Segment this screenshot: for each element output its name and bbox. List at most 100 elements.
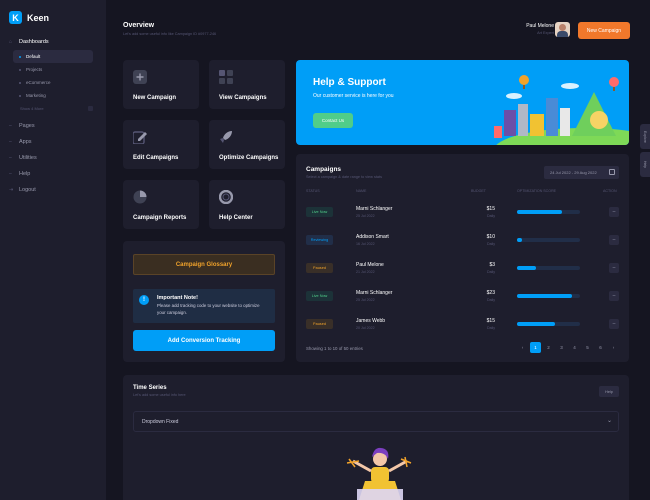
side-tab-explore[interactable]: Explore: [640, 124, 650, 149]
toggle-icon: [88, 105, 93, 111]
sidebar-item-dashboards[interactable]: ⌂ Dashboards: [0, 34, 106, 50]
campaign-date: 21 Jul 2022: [356, 270, 375, 274]
tile-label: View Campaigns: [219, 95, 267, 101]
new-campaign-button[interactable]: New Campaign: [578, 22, 630, 39]
sidebar-sub-label: Default: [26, 54, 41, 59]
tile-optimize-campaigns[interactable]: Optimize Campaigns: [209, 120, 285, 169]
campaigns-title: Campaigns: [306, 166, 342, 173]
row-action-button[interactable]: –: [609, 235, 619, 245]
campaign-date: 20 Jul 2022: [356, 326, 375, 330]
dash-icon: –: [9, 123, 12, 129]
sidebar-item-help[interactable]: – Help: [0, 166, 106, 182]
progress-fill: [517, 322, 555, 326]
progress-fill: [517, 238, 523, 242]
page-button[interactable]: 2: [543, 342, 554, 353]
campaign-name: Marni Schlanger: [356, 206, 393, 212]
note-body: Please add tracking code to your website…: [157, 303, 260, 315]
sidebar-item-label: Pages: [19, 123, 35, 129]
sidebar-item-label: Dashboards: [19, 39, 49, 45]
tile-campaign-reports[interactable]: Campaign Reports: [123, 180, 199, 229]
edit-icon: [133, 131, 147, 144]
sidebar-sub-marketing[interactable]: Marketing: [13, 89, 93, 102]
dropdown-fixed-select[interactable]: Dropdown Fixed ⌄: [133, 411, 619, 432]
page-button[interactable]: 6: [595, 342, 606, 353]
header: Overview Let's add some useful info like…: [106, 0, 650, 50]
sidebar-item-label: Help: [19, 171, 31, 177]
help-button[interactable]: Help: [599, 386, 619, 397]
side-tab-help[interactable]: Help: [640, 152, 650, 177]
campaign-date: 25 Jul 2022: [356, 298, 375, 302]
sidebar-item-apps[interactable]: – Apps: [0, 134, 106, 150]
sidebar-item-label: Utilities: [19, 155, 37, 161]
page-button[interactable]: 5: [582, 342, 593, 353]
user-name: Paul Melone: [526, 23, 554, 29]
time-series-card: Time Series Let's add some useful info h…: [123, 375, 629, 500]
sidebar-sub-default[interactable]: Default: [13, 50, 93, 63]
contact-us-button[interactable]: Contact Us: [313, 113, 353, 128]
optimization-progress: [517, 322, 580, 326]
status-badge: Live Now: [306, 291, 333, 301]
dropdown-value: Dropdown Fixed: [142, 418, 179, 425]
page-button[interactable]: 4: [569, 342, 580, 353]
budget-period: Daily: [487, 270, 495, 274]
sidebar-item-utilities[interactable]: – Utilities: [0, 150, 106, 166]
chevron-down-icon: ⌄: [606, 418, 612, 424]
row-action-button[interactable]: –: [609, 319, 619, 329]
next-page-button[interactable]: ›: [608, 342, 619, 353]
sidebar-item-label: Logout: [19, 187, 36, 193]
avatar[interactable]: [555, 22, 570, 37]
sidebar-sub-projects[interactable]: Projects: [13, 63, 93, 76]
dash-icon: –: [9, 171, 12, 177]
sidebar-item-pages[interactable]: – Pages: [0, 118, 106, 134]
bullet-icon: [19, 55, 21, 58]
status-badge: Paused: [306, 263, 333, 273]
logo[interactable]: K Keen: [9, 11, 49, 24]
progress-fill: [517, 266, 536, 270]
budget-period: Daily: [487, 214, 495, 218]
status-badge: Paused: [306, 319, 333, 329]
prev-page-button[interactable]: ‹: [517, 342, 528, 353]
time-series-title: Time Series: [133, 385, 167, 391]
tile-new-campaign[interactable]: New Campaign: [123, 60, 199, 109]
status-badge: Reviewing: [306, 235, 333, 245]
sidebar-sub-label: Marketing: [26, 93, 46, 98]
rocket-icon: [220, 131, 232, 143]
progress-fill: [517, 210, 563, 214]
page-button[interactable]: 3: [556, 342, 567, 353]
bullet-icon: [19, 81, 21, 84]
optimization-progress: [517, 266, 580, 270]
campaign-glossary-button[interactable]: Campaign Glossary: [133, 254, 275, 275]
sidebar-item-logout[interactable]: ⇥ Logout: [0, 182, 106, 198]
tile-label: Optimize Campaigns: [219, 155, 279, 161]
row-action-button[interactable]: –: [609, 263, 619, 273]
col-status: Status: [306, 189, 320, 193]
show-more-toggle[interactable]: Show 4 More: [20, 102, 93, 114]
campaigns-card: Campaigns Select a campaign & date range…: [296, 154, 629, 362]
dash-icon: –: [9, 139, 12, 145]
col-name: Name: [356, 189, 367, 193]
tile-view-campaigns[interactable]: View Campaigns: [209, 60, 285, 109]
row-action-button[interactable]: –: [609, 207, 619, 217]
important-note: ! Important Note! Please add tracking co…: [133, 289, 275, 323]
date-range-picker[interactable]: 24 Jul 2022 - 29 Aug 2022: [544, 166, 619, 179]
promo-card: Campaign Glossary ! Important Note! Plea…: [123, 241, 285, 362]
bullet-icon: [19, 94, 21, 97]
add-conversion-tracking-button[interactable]: Add Conversion Tracking: [133, 330, 275, 351]
tile-help-center[interactable]: Help Center: [209, 180, 285, 229]
sidebar-sub-ecommerce[interactable]: eCommerce: [13, 76, 93, 89]
campaign-name: Marni Schlanger: [356, 290, 393, 296]
plus-icon: [133, 70, 147, 84]
tile-edit-campaigns[interactable]: Edit Campaigns: [123, 120, 199, 169]
lifebuoy-icon: [219, 190, 233, 204]
sidebar: K Keen ⌂ Dashboards Default Projects eCo…: [0, 0, 106, 500]
page-button[interactable]: 1: [530, 342, 541, 353]
help-subtitle: Our customer service is here for you: [313, 93, 394, 99]
table-row: Reviewing Addison Smart 16 Jul 2022 $10 Dail…: [306, 227, 619, 255]
row-action-button[interactable]: –: [609, 291, 619, 301]
status-badge: Live Now: [306, 207, 333, 217]
info-icon: !: [139, 295, 149, 305]
optimization-progress: [517, 238, 580, 242]
tile-label: Help Center: [219, 215, 253, 221]
time-series-subtitle: Let's add some useful info here: [133, 393, 186, 397]
pagination: ‹ 1 2 3 4 5 6 ›: [517, 342, 619, 353]
